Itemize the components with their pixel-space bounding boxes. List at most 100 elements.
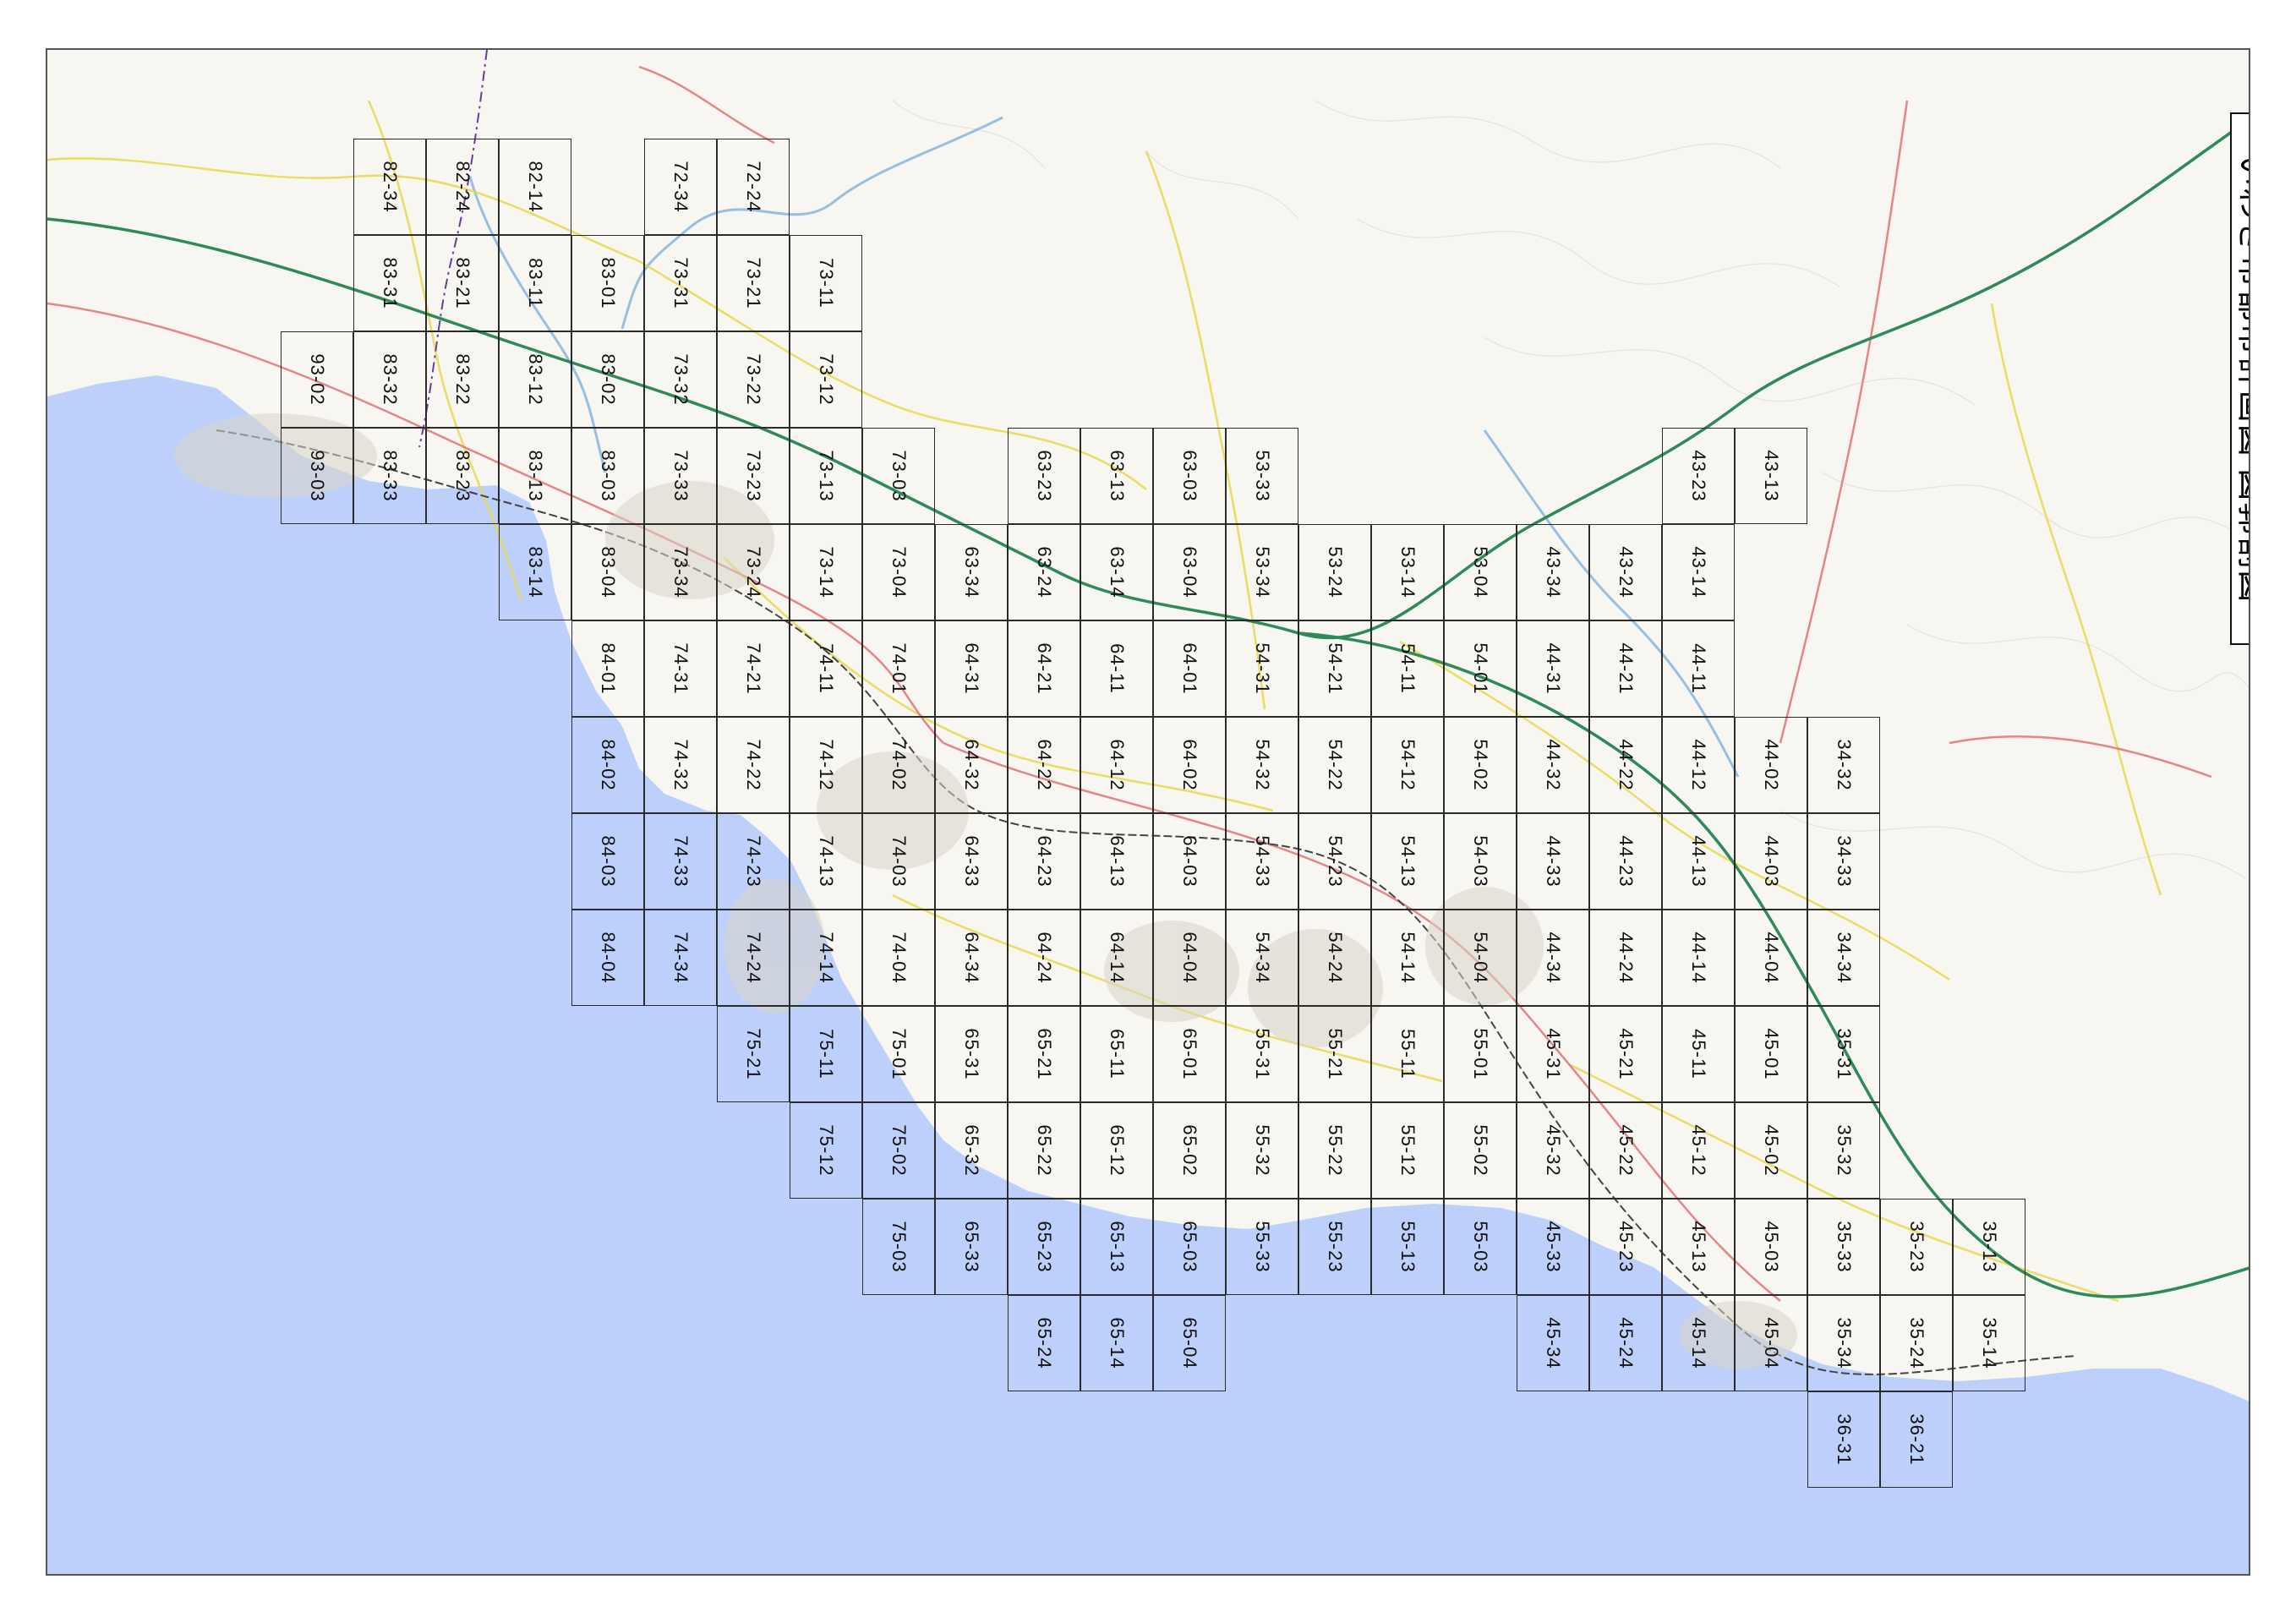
- sheet-cell-45-03[interactable]: 45-03: [1735, 1199, 1807, 1295]
- sheet-cell-54-33[interactable]: 54-33: [1226, 813, 1298, 910]
- sheet-cell-64-24[interactable]: 64-24: [1008, 910, 1080, 1006]
- sheet-cell-65-21[interactable]: 65-21: [1008, 1006, 1080, 1102]
- sheet-cell-45-12[interactable]: 45-12: [1662, 1102, 1735, 1199]
- sheet-cell-44-02[interactable]: 44-02: [1735, 717, 1807, 813]
- sheet-cell-83-13[interactable]: 83-13: [499, 428, 571, 524]
- sheet-cell-54-12[interactable]: 54-12: [1371, 717, 1444, 813]
- sheet-cell-44-34[interactable]: 44-34: [1517, 910, 1589, 1006]
- sheet-cell-43-23[interactable]: 43-23: [1662, 428, 1735, 524]
- sheet-cell-55-32[interactable]: 55-32: [1226, 1102, 1298, 1199]
- sheet-cell-74-14[interactable]: 74-14: [790, 910, 862, 1006]
- sheet-cell-73-33[interactable]: 73-33: [644, 428, 717, 524]
- sheet-cell-65-14[interactable]: 65-14: [1080, 1295, 1153, 1391]
- sheet-cell-93-02[interactable]: 93-02: [281, 331, 353, 428]
- sheet-cell-45-11[interactable]: 45-11: [1662, 1006, 1735, 1102]
- sheet-cell-73-14[interactable]: 73-14: [790, 524, 862, 620]
- sheet-cell-73-24[interactable]: 73-24: [717, 524, 790, 620]
- sheet-cell-54-21[interactable]: 54-21: [1298, 620, 1371, 717]
- sheet-cell-93-03[interactable]: 93-03: [281, 428, 353, 524]
- sheet-cell-44-14[interactable]: 44-14: [1662, 910, 1735, 1006]
- sheet-cell-55-31[interactable]: 55-31: [1226, 1006, 1298, 1102]
- sheet-cell-64-11[interactable]: 64-11: [1080, 620, 1153, 717]
- sheet-cell-35-32[interactable]: 35-32: [1807, 1102, 1880, 1199]
- sheet-cell-63-34[interactable]: 63-34: [935, 524, 1008, 620]
- sheet-cell-54-23[interactable]: 54-23: [1298, 813, 1371, 910]
- sheet-cell-54-32[interactable]: 54-32: [1226, 717, 1298, 813]
- sheet-cell-84-03[interactable]: 84-03: [571, 813, 644, 910]
- sheet-cell-54-11[interactable]: 54-11: [1371, 620, 1444, 717]
- sheet-cell-35-23[interactable]: 35-23: [1880, 1199, 1953, 1295]
- sheet-cell-55-03[interactable]: 55-03: [1444, 1199, 1517, 1295]
- sheet-cell-64-03[interactable]: 64-03: [1153, 813, 1226, 910]
- sheet-cell-55-22[interactable]: 55-22: [1298, 1102, 1371, 1199]
- sheet-cell-64-12[interactable]: 64-12: [1080, 717, 1153, 813]
- sheet-cell-73-12[interactable]: 73-12: [790, 331, 862, 428]
- sheet-cell-65-11[interactable]: 65-11: [1080, 1006, 1153, 1102]
- sheet-cell-35-33[interactable]: 35-33: [1807, 1199, 1880, 1295]
- sheet-cell-65-02[interactable]: 65-02: [1153, 1102, 1226, 1199]
- sheet-cell-83-02[interactable]: 83-02: [571, 331, 644, 428]
- sheet-cell-45-32[interactable]: 45-32: [1517, 1102, 1589, 1199]
- sheet-cell-45-23[interactable]: 45-23: [1589, 1199, 1662, 1295]
- sheet-cell-83-14[interactable]: 83-14: [499, 524, 571, 620]
- sheet-cell-73-03[interactable]: 73-03: [862, 428, 935, 524]
- sheet-cell-44-32[interactable]: 44-32: [1517, 717, 1589, 813]
- sheet-cell-36-21[interactable]: 36-21: [1880, 1391, 1953, 1488]
- sheet-cell-53-24[interactable]: 53-24: [1298, 524, 1371, 620]
- sheet-cell-65-04[interactable]: 65-04: [1153, 1295, 1226, 1391]
- sheet-cell-45-34[interactable]: 45-34: [1517, 1295, 1589, 1391]
- sheet-cell-53-34[interactable]: 53-34: [1226, 524, 1298, 620]
- sheet-cell-64-33[interactable]: 64-33: [935, 813, 1008, 910]
- sheet-cell-74-04[interactable]: 74-04: [862, 910, 935, 1006]
- sheet-cell-45-04[interactable]: 45-04: [1735, 1295, 1807, 1391]
- sheet-cell-63-13[interactable]: 63-13: [1080, 428, 1153, 524]
- sheet-cell-54-34[interactable]: 54-34: [1226, 910, 1298, 1006]
- sheet-cell-36-31[interactable]: 36-31: [1807, 1391, 1880, 1488]
- sheet-cell-74-13[interactable]: 74-13: [790, 813, 862, 910]
- sheet-cell-54-02[interactable]: 54-02: [1444, 717, 1517, 813]
- sheet-cell-75-11[interactable]: 75-11: [790, 1006, 862, 1102]
- sheet-cell-73-04[interactable]: 73-04: [862, 524, 935, 620]
- sheet-cell-75-02[interactable]: 75-02: [862, 1102, 935, 1199]
- sheet-cell-72-34[interactable]: 72-34: [644, 139, 717, 235]
- sheet-cell-55-33[interactable]: 55-33: [1226, 1199, 1298, 1295]
- sheet-cell-55-12[interactable]: 55-12: [1371, 1102, 1444, 1199]
- sheet-cell-82-24[interactable]: 82-24: [426, 139, 499, 235]
- sheet-cell-63-23[interactable]: 63-23: [1008, 428, 1080, 524]
- sheet-cell-82-14[interactable]: 82-14: [499, 139, 571, 235]
- sheet-cell-54-01[interactable]: 54-01: [1444, 620, 1517, 717]
- sheet-cell-64-22[interactable]: 64-22: [1008, 717, 1080, 813]
- sheet-cell-73-11[interactable]: 73-11: [790, 235, 862, 331]
- sheet-cell-63-24[interactable]: 63-24: [1008, 524, 1080, 620]
- sheet-cell-74-23[interactable]: 74-23: [717, 813, 790, 910]
- sheet-cell-83-03[interactable]: 83-03: [571, 428, 644, 524]
- sheet-cell-35-13[interactable]: 35-13: [1953, 1199, 2025, 1295]
- sheet-cell-83-12[interactable]: 83-12: [499, 331, 571, 428]
- sheet-cell-64-31[interactable]: 64-31: [935, 620, 1008, 717]
- sheet-cell-64-23[interactable]: 64-23: [1008, 813, 1080, 910]
- sheet-cell-44-22[interactable]: 44-22: [1589, 717, 1662, 813]
- sheet-cell-34-32[interactable]: 34-32: [1807, 717, 1880, 813]
- sheet-cell-45-24[interactable]: 45-24: [1589, 1295, 1662, 1391]
- sheet-cell-74-31[interactable]: 74-31: [644, 620, 717, 717]
- sheet-cell-45-02[interactable]: 45-02: [1735, 1102, 1807, 1199]
- sheet-cell-53-14[interactable]: 53-14: [1371, 524, 1444, 620]
- sheet-cell-74-02[interactable]: 74-02: [862, 717, 935, 813]
- sheet-cell-43-24[interactable]: 43-24: [1589, 524, 1662, 620]
- sheet-cell-63-14[interactable]: 63-14: [1080, 524, 1153, 620]
- sheet-cell-83-11[interactable]: 83-11: [499, 235, 571, 331]
- sheet-cell-65-33[interactable]: 65-33: [935, 1199, 1008, 1295]
- sheet-cell-64-02[interactable]: 64-02: [1153, 717, 1226, 813]
- sheet-cell-83-33[interactable]: 83-33: [353, 428, 426, 524]
- sheet-cell-54-22[interactable]: 54-22: [1298, 717, 1371, 813]
- sheet-cell-43-34[interactable]: 43-34: [1517, 524, 1589, 620]
- sheet-cell-63-03[interactable]: 63-03: [1153, 428, 1226, 524]
- sheet-cell-83-31[interactable]: 83-31: [353, 235, 426, 331]
- sheet-cell-74-22[interactable]: 74-22: [717, 717, 790, 813]
- sheet-cell-45-33[interactable]: 45-33: [1517, 1199, 1589, 1295]
- sheet-cell-65-01[interactable]: 65-01: [1153, 1006, 1226, 1102]
- sheet-cell-55-01[interactable]: 55-01: [1444, 1006, 1517, 1102]
- sheet-cell-84-04[interactable]: 84-04: [571, 910, 644, 1006]
- sheet-cell-65-24[interactable]: 65-24: [1008, 1295, 1080, 1391]
- sheet-cell-73-22[interactable]: 73-22: [717, 331, 790, 428]
